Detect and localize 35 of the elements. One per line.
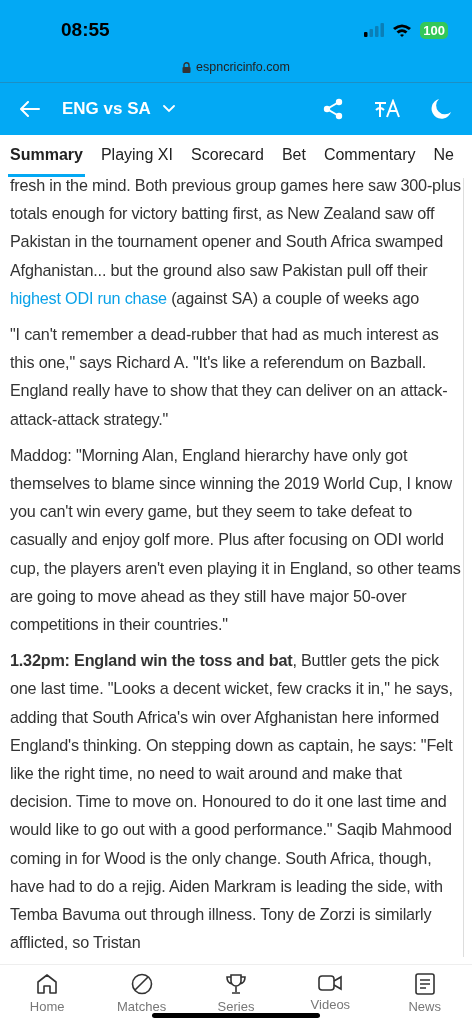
battery-indicator: 100 [420,21,448,39]
nav-label: News [408,999,441,1014]
signal-icon [364,23,385,37]
tab[interactable]: Commentary [321,136,418,177]
status-time: 08:55 [61,19,111,41]
trophy-icon [224,973,247,995]
language-icon[interactable] [374,99,400,119]
share-icon[interactable] [322,98,344,120]
tab[interactable]: Ne [431,136,456,177]
moon-icon[interactable] [430,98,452,120]
chevron-down-icon[interactable] [162,105,175,113]
video-camera-icon [318,973,343,993]
nav-label: Home [29,999,65,1014]
nav-label: Videos [310,997,351,1012]
house-icon [36,973,59,995]
nav-item[interactable]: Matches [101,973,182,1024]
nav-item[interactable]: News [384,973,465,1024]
ball-icon [130,973,153,995]
article-paragraph: fresh in the mind. Both previous group games here saw 300-plus totals enough for victory batting first, as New Zealand saw off Pakistan in the tournament opener and South Africa swamped Afghanistan... but the ground also saw Pakistan pull off their highest ODI run chase (against SA) a couple of weeks ago [10,178,461,309]
lock-icon [182,61,192,73]
wifi-icon [392,23,413,37]
tab[interactable]: Bet [279,136,308,177]
nav-label: Series [217,999,255,1014]
nav-item[interactable]: Videos [290,973,371,1024]
nav-label: Matches [117,999,167,1014]
tab[interactable]: Scorecard [188,136,266,177]
nav-item[interactable]: Home [7,973,88,1024]
article-paragraph: Maddog: "Morning Alan, England hierarchy have only got themselves to blame since winning the 2019 World Cup, I know you can't win every game, but they seem to take defeat to casually and enjoy golf more. Plus after focusing on ODI world cup, the players aren't even playing it in England, so other teams are going to move ahead as they still have major 50-over competitions in their countries." [10,444,461,636]
tab[interactable]: Playing XI [98,136,175,177]
back-arrow-icon[interactable] [20,101,40,117]
nav-item[interactable]: Series [195,973,276,1024]
url-text[interactable]: espncricinfo.com [196,60,290,74]
article-paragraph: 1.32pm: England win the toss and bat, Buttler gets the pick one last time. "Looks a decent wicket, few cracks it in," he says, adding that South Africa's win over Afghanistan here informed England's thinking. On stepping down as captain, he says: "Felt like the right time, no need to wait around and make that decision. Time to move on. Honoured to do it one last time and would like to go out with a good performance." Saqib Mahmood coming in for Wood is the only change. South Africa, though, have had to do a rejig. Aiden Markram is leading the side, with Temba Bavuma out through illness. Tony de Zorzi is similarly afflicted, so Tristan [10,650,454,954]
document-icon [414,973,435,995]
article-paragraph: "I can't remember a dead-rubber that had as much interest as this one," says Richard A. "It's like a referendum on Bazball. England really have to show that they can deliver on an attack-attack-attack strategy." [10,324,449,430]
